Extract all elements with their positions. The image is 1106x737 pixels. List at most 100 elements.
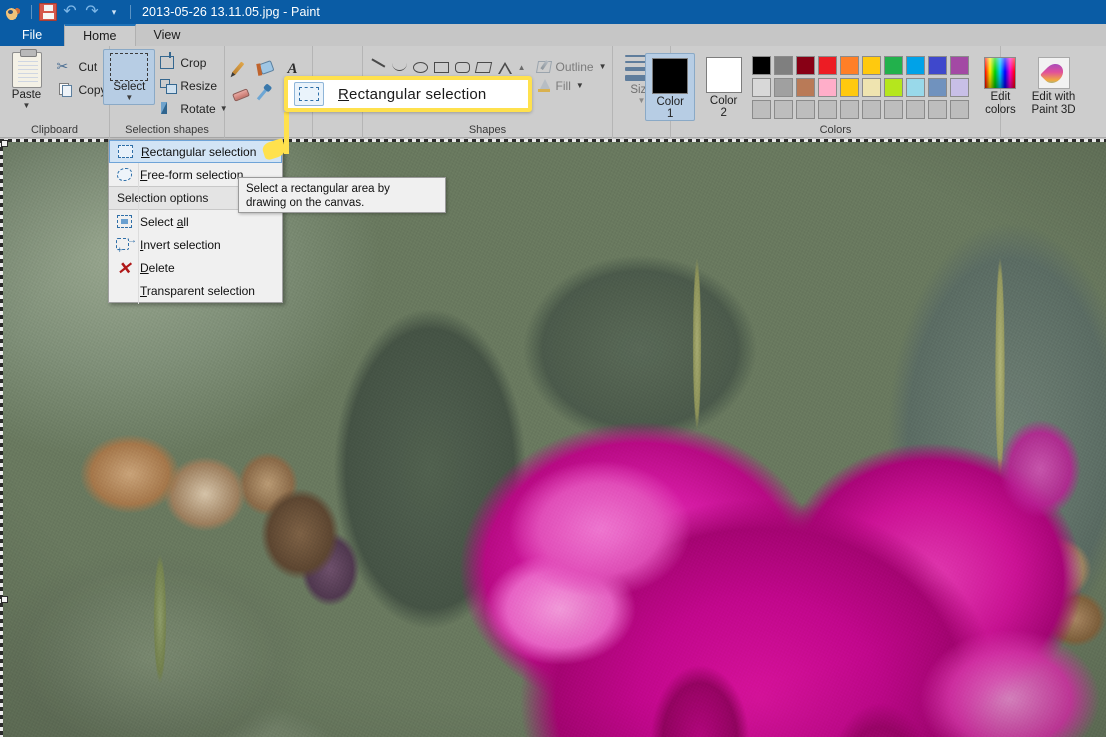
- palette-swatch-2-10[interactable]: [949, 78, 969, 97]
- pencil-tool[interactable]: [231, 58, 255, 82]
- resize-handle-left-middle[interactable]: [1, 596, 8, 603]
- palette-swatch-2-1[interactable]: [751, 78, 771, 97]
- paste-button[interactable]: Paste ▼: [0, 49, 54, 110]
- resize-button[interactable]: Resize: [155, 74, 230, 97]
- window-title: 2013-05-26 13.11.05.jpg - Paint: [142, 5, 320, 19]
- rectangular-selection-icon: [114, 142, 138, 162]
- color1-swatch: [652, 58, 689, 94]
- rotate-button[interactable]: Rotate ▼: [155, 97, 230, 120]
- palette-swatch-1-8[interactable]: [905, 56, 925, 75]
- select-dropdown-menu[interactable]: Rectangular selection Free-form selectio…: [108, 139, 283, 304]
- menu-item-select-all[interactable]: Select all: [109, 210, 282, 233]
- palette-swatch-2-4[interactable]: [817, 78, 837, 97]
- group-label-size: [619, 123, 664, 138]
- outline-button[interactable]: Outline ▼: [536, 59, 607, 74]
- palette-swatch-2-3[interactable]: [795, 78, 815, 97]
- palette-swatch-2-5[interactable]: [839, 78, 859, 97]
- edit-with-paint3d-button[interactable]: Edit with Paint 3D: [1023, 53, 1085, 117]
- shape-rectangle-icon[interactable]: [432, 59, 451, 76]
- menu-item-delete[interactable]: ✕ Delete: [109, 256, 282, 279]
- chevron-down-icon[interactable]: ▼: [599, 63, 607, 71]
- palette-swatch-1-9[interactable]: [927, 56, 947, 75]
- palette-swatch-2-6[interactable]: [861, 78, 881, 97]
- rotate-label: Rotate: [180, 101, 216, 116]
- crop-button[interactable]: Crop: [155, 51, 230, 74]
- tab-view[interactable]: View: [136, 24, 199, 46]
- menu-item-label: Rectangular selection: [141, 144, 257, 159]
- color2-swatch: [705, 57, 742, 93]
- shapes-more-icon[interactable]: ▲: [516, 59, 528, 76]
- palette-swatch-3-3[interactable]: [795, 100, 815, 119]
- save-icon[interactable]: [39, 3, 57, 21]
- palette-swatch-3-9[interactable]: [927, 100, 947, 119]
- chevron-down-icon[interactable]: ▼: [576, 82, 584, 90]
- cut-button[interactable]: ✂ Cut: [54, 55, 110, 78]
- palette-swatch-1-5[interactable]: [839, 56, 859, 75]
- select-button[interactable]: Select ▼: [103, 49, 156, 105]
- palette-swatch-3-2[interactable]: [773, 100, 793, 119]
- menu-item-rectangular-selection[interactable]: Rectangular selection: [109, 140, 282, 163]
- palette-swatch-1-1[interactable]: [751, 56, 771, 75]
- ribbon-group-clipboard: Paste ▼ ✂ Cut Copy Clipboard: [0, 46, 110, 138]
- palette-swatch-1-6[interactable]: [861, 56, 881, 75]
- customize-quick-access-icon[interactable]: ▾: [105, 3, 123, 21]
- group-label-colors: Colors: [819, 124, 852, 136]
- paint-app-icon[interactable]: [6, 3, 24, 21]
- palette-swatch-1-2[interactable]: [773, 56, 793, 75]
- fill-button[interactable]: Fill ▼: [536, 78, 607, 93]
- shapes-gallery[interactable]: ▲: [369, 58, 528, 76]
- color2-button[interactable]: Color 2: [699, 53, 747, 119]
- eraser-tool[interactable]: [231, 84, 255, 108]
- outline-icon: [536, 59, 552, 74]
- group-label-brushes: [319, 123, 356, 138]
- color-picker-tool[interactable]: [256, 84, 281, 108]
- ribbon-group-image: Select ▼ Crop Resize Rotate ▼ Selection …: [103, 46, 228, 138]
- fill-tool[interactable]: [257, 58, 281, 82]
- palette-swatch-2-8[interactable]: [905, 78, 925, 97]
- palette-swatch-3-6[interactable]: [861, 100, 881, 119]
- palette-swatch-2-2[interactable]: [773, 78, 793, 97]
- resize-handle-top-left[interactable]: [1, 140, 8, 147]
- shape-rounded-rectangle-icon[interactable]: [453, 59, 472, 76]
- resize-icon: [158, 77, 178, 94]
- chevron-down-icon[interactable]: ▼: [125, 94, 133, 102]
- undo-icon[interactable]: ↶: [61, 3, 79, 21]
- shape-oval-icon[interactable]: [411, 59, 430, 76]
- resize-label: Resize: [180, 78, 218, 93]
- menu-item-label: Invert selection: [140, 237, 221, 252]
- palette-swatch-3-4[interactable]: [817, 100, 837, 119]
- palette-swatch-1-7[interactable]: [883, 56, 903, 75]
- palette-swatch-1-3[interactable]: [795, 56, 815, 75]
- redo-icon[interactable]: ↷: [83, 3, 101, 21]
- palette-swatch-2-7[interactable]: [883, 78, 903, 97]
- tab-home[interactable]: Home: [64, 24, 136, 46]
- palette-swatch-3-8[interactable]: [905, 100, 925, 119]
- copy-button[interactable]: Copy: [54, 78, 110, 101]
- palette-swatch-3-1[interactable]: [751, 100, 771, 119]
- delete-x-icon: ✕: [117, 258, 132, 278]
- shape-triangle-icon[interactable]: [495, 59, 514, 76]
- chevron-down-icon[interactable]: ▼: [23, 102, 31, 110]
- rectangular-selection-icon: [294, 82, 324, 106]
- shape-curve-icon[interactable]: [390, 59, 409, 76]
- transparent-selection-icon: [113, 281, 137, 301]
- color-palette[interactable]: [751, 53, 971, 121]
- group-label-shapes: Shapes: [468, 124, 507, 136]
- palette-swatch-3-7[interactable]: [883, 100, 903, 119]
- shape-line-icon[interactable]: [369, 58, 388, 76]
- palette-swatch-2-9[interactable]: [927, 78, 947, 97]
- palette-swatch-3-5[interactable]: [839, 100, 859, 119]
- shape-polygon-icon[interactable]: [474, 59, 493, 76]
- group-label-tools: [231, 123, 306, 138]
- menu-item-label: Transparent selection: [140, 283, 255, 298]
- color1-button[interactable]: Color 1: [645, 53, 696, 121]
- crop-label: Crop: [180, 55, 207, 70]
- menu-item-invert-selection[interactable]: Invert selection: [109, 233, 282, 256]
- menu-item-transparent-selection[interactable]: Transparent selection: [109, 279, 282, 302]
- palette-swatch-1-4[interactable]: [817, 56, 837, 75]
- paste-label: Paste: [11, 89, 42, 101]
- palette-swatch-1-10[interactable]: [949, 56, 969, 75]
- palette-swatch-3-10[interactable]: [949, 100, 969, 119]
- tab-file[interactable]: File: [0, 24, 65, 46]
- scissors-icon: ✂: [56, 58, 69, 74]
